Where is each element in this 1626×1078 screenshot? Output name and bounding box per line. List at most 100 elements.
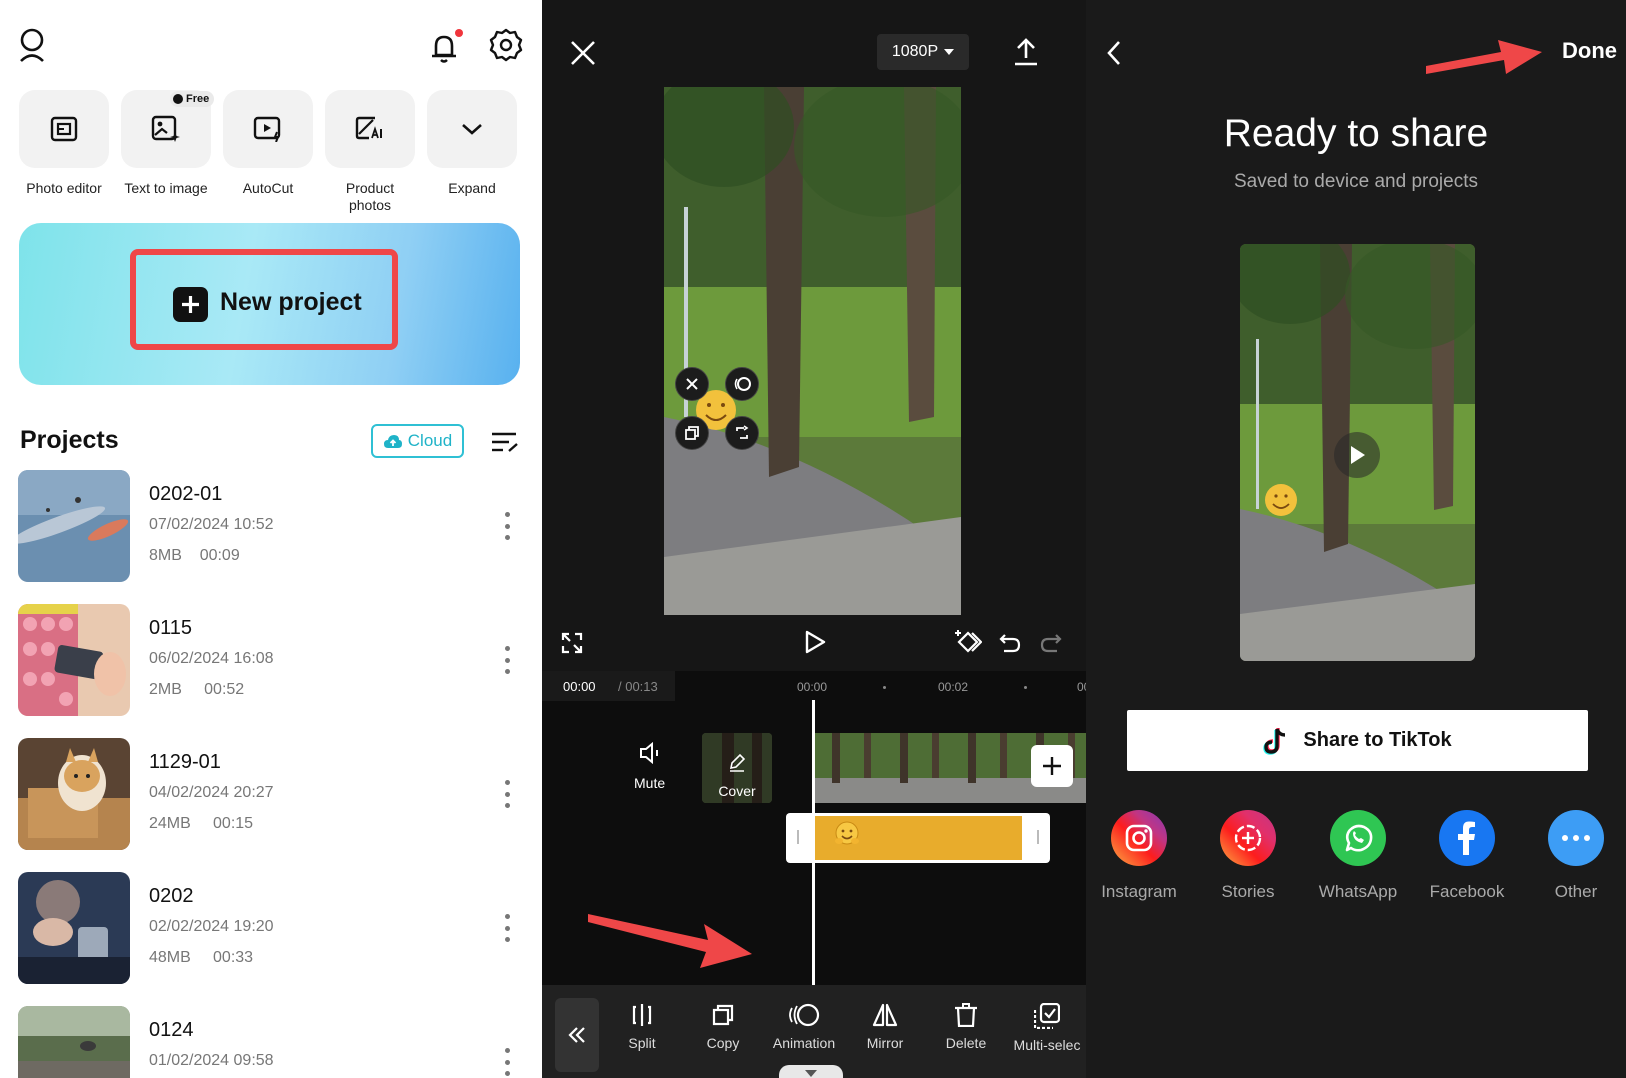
sticker-duplicate-handle-icon[interactable] [675, 416, 709, 450]
more-options-icon[interactable] [500, 646, 514, 674]
current-time: 00:00 [563, 679, 596, 694]
plus-icon [173, 287, 208, 322]
add-clip-button[interactable] [1031, 745, 1073, 787]
share-instagram-button[interactable]: Instagram [1086, 810, 1194, 902]
more-options-icon[interactable] [500, 1048, 514, 1076]
project-name: 1129-01 [149, 751, 221, 773]
timeline-tick: 00 [1077, 680, 1086, 694]
expand-button[interactable] [427, 90, 517, 168]
project-row[interactable]: 0202-01 07/02/2024 10:52 8MB 00:09 [0, 470, 542, 582]
keyframe-icon[interactable] [954, 628, 982, 656]
project-name: 0124 [149, 1019, 194, 1041]
copy-button[interactable]: Copy [680, 1003, 766, 1051]
project-row[interactable]: 0115 06/02/2024 16:08 2MB 00:52 [0, 604, 542, 716]
profile-icon[interactable] [18, 28, 46, 62]
photo-editor-button[interactable] [19, 90, 109, 168]
project-name: 0115 [149, 617, 193, 639]
tool-label-autocut: AutoCut [242, 180, 294, 196]
annotation-arrow-icon [588, 914, 752, 968]
project-thumbnail [18, 1006, 130, 1078]
project-date: 04/02/2024 20:27 [149, 784, 274, 801]
exported-video-preview[interactable] [1240, 244, 1475, 661]
mirror-button[interactable]: Mirror [842, 1003, 928, 1051]
video-preview[interactable] [664, 87, 961, 615]
mute-label[interactable]: Mute [634, 775, 665, 791]
sticker-trim-left-handle[interactable] [797, 830, 799, 844]
plus-icon [1043, 757, 1061, 775]
sticker-trim-right-handle[interactable] [1037, 830, 1039, 844]
delete-icon [955, 1003, 977, 1027]
done-button[interactable]: Done [1562, 38, 1617, 64]
more-options-icon[interactable] [500, 914, 514, 942]
share-stories-button[interactable]: Stories [1193, 810, 1303, 902]
product-photos-button[interactable] [325, 90, 415, 168]
tool-label-photo-editor: Photo editor [26, 180, 102, 196]
animation-button[interactable]: Animation [761, 1003, 847, 1051]
copy-icon [712, 1004, 734, 1026]
project-name: 0202-01 [149, 483, 223, 505]
whatsapp-icon [1330, 810, 1386, 866]
share-other-button[interactable]: Other [1521, 810, 1626, 902]
timeline-tick-dot [1024, 686, 1027, 689]
home-screen: Free Photo editor Text to image AutoCut … [0, 0, 542, 1078]
sticker-animation-handle-icon[interactable] [725, 367, 759, 401]
project-name: 0202 [149, 885, 194, 907]
redo-icon[interactable] [1039, 632, 1063, 654]
project-row[interactable]: 1129-01 04/02/2024 20:27 24MB 00:15 [0, 738, 542, 850]
autocut-button[interactable] [223, 90, 313, 168]
sticker-clip[interactable] [812, 816, 1022, 860]
share-facebook-button[interactable]: Facebook [1412, 810, 1522, 902]
settings-gear-icon[interactable] [489, 28, 523, 62]
sticker-resize-handle-icon[interactable] [725, 416, 759, 450]
share-whatsapp-button[interactable]: WhatsApp [1303, 810, 1413, 902]
instagram-icon [1111, 810, 1167, 866]
more-options-icon[interactable] [500, 780, 514, 808]
playhead[interactable] [812, 700, 815, 985]
more-options-icon[interactable] [500, 512, 514, 540]
chevron-down-icon [462, 124, 482, 135]
project-meta: 48MB 00:33 [149, 949, 254, 966]
play-icon[interactable] [804, 630, 826, 654]
project-meta: 8MB 00:09 [149, 547, 240, 564]
fullscreen-icon[interactable] [561, 632, 583, 654]
tool-label-expand: Expand [448, 180, 496, 196]
cloud-button[interactable]: Cloud [371, 424, 464, 458]
project-row[interactable]: 0202 02/02/2024 19:20 48MB 00:33 [0, 872, 542, 984]
share-screen: Done Ready to share Saved to device and … [1086, 0, 1626, 1078]
sticker-delete-handle-icon[interactable] [675, 367, 709, 401]
multi-select-button[interactable]: Multi-selec [1004, 1003, 1086, 1053]
project-thumbnail [18, 872, 130, 984]
split-button[interactable]: Split [599, 1003, 685, 1051]
sort-list-icon[interactable] [491, 431, 519, 453]
more-icon [1548, 810, 1604, 866]
notification-bell-icon[interactable] [428, 29, 464, 65]
mute-speaker-icon[interactable] [639, 742, 663, 764]
undo-icon[interactable] [998, 632, 1022, 654]
free-badge: Free [170, 91, 215, 107]
project-date: 02/02/2024 19:20 [149, 918, 274, 935]
close-icon[interactable] [570, 40, 596, 66]
new-project-button[interactable]: New project [220, 288, 362, 317]
back-chevron-icon[interactable] [1106, 40, 1122, 66]
timeline-tick: 00:02 [938, 680, 969, 694]
cover-button[interactable]: Cover [702, 733, 772, 803]
drawer-handle[interactable] [779, 1065, 843, 1078]
photo-editor-icon [50, 116, 78, 142]
resolution-dropdown[interactable]: 1080P [877, 34, 969, 70]
projects-title: Projects [20, 426, 119, 454]
animation-icon [789, 1003, 820, 1027]
collapse-toolbar-button[interactable] [555, 998, 599, 1072]
project-meta: 24MB 00:15 [149, 815, 254, 832]
play-icon[interactable] [1334, 432, 1380, 478]
caret-down-icon [805, 1070, 817, 1077]
tiktok-icon [1263, 727, 1286, 755]
project-date: 01/02/2024 09:58 [149, 1052, 274, 1069]
caret-down-icon [944, 49, 955, 55]
product-photos-icon [355, 116, 382, 140]
project-thumbnail [18, 470, 130, 582]
split-icon [632, 1004, 652, 1026]
share-to-tiktok-button[interactable]: Share to TikTok [1127, 710, 1588, 771]
delete-button[interactable]: Delete [923, 1003, 1009, 1051]
project-row[interactable]: 0124 01/02/2024 09:58 [0, 1006, 542, 1078]
export-upload-icon[interactable] [1014, 38, 1038, 66]
